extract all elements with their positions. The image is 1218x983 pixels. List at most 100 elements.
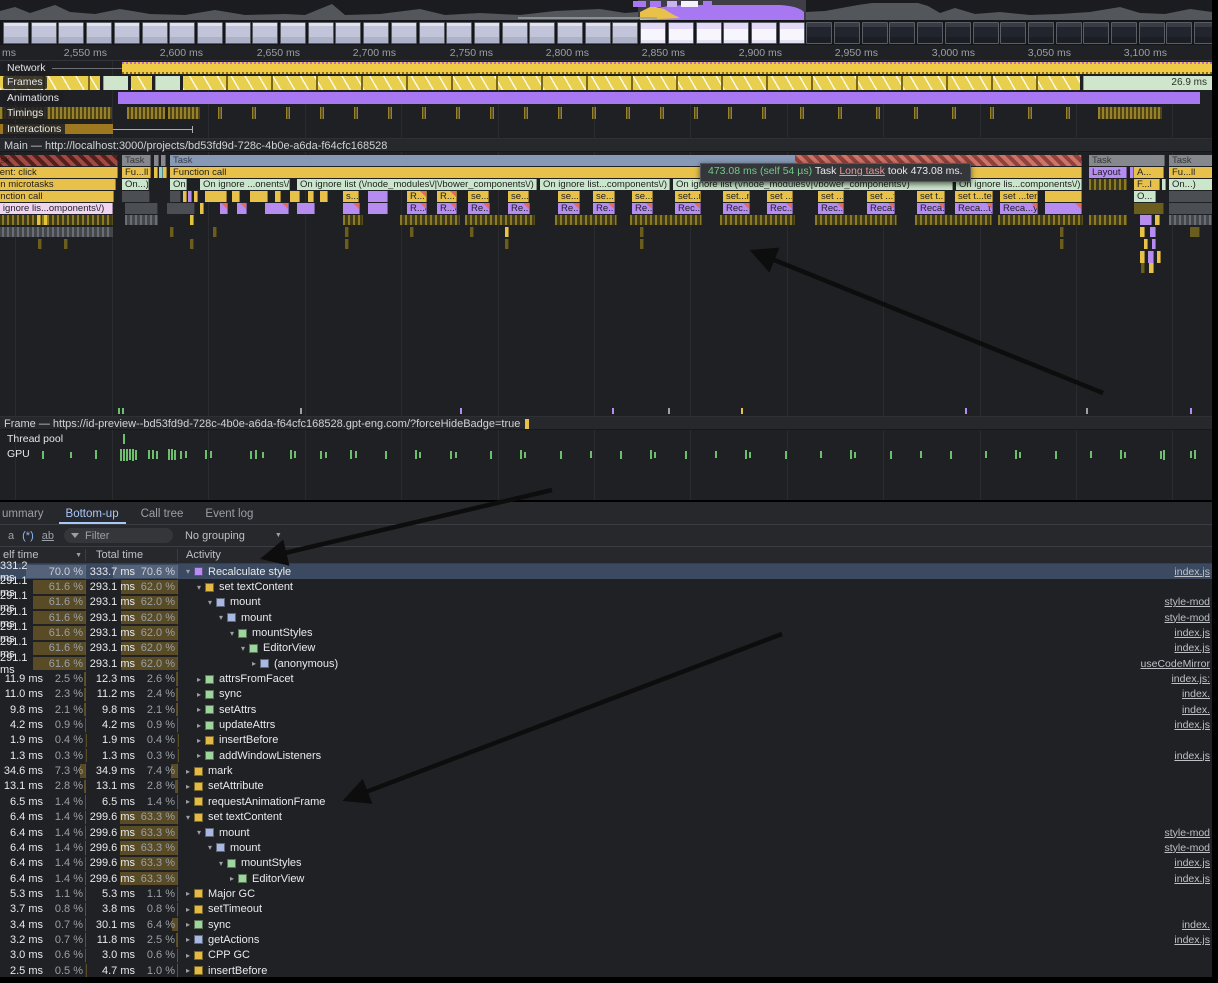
- frame-bar[interactable]: [103, 76, 128, 90]
- flame-bar[interactable]: [343, 203, 360, 214]
- flame-bar[interactable]: R...: [437, 191, 457, 202]
- flame-bar[interactable]: [232, 191, 240, 202]
- filmstrip-thumbnail[interactable]: [142, 22, 168, 44]
- flame-bar[interactable]: [1190, 227, 1200, 237]
- flame-bar[interactable]: Rec...yle: [767, 203, 793, 214]
- flame-bar[interactable]: Reca...yle: [1000, 203, 1038, 214]
- filmstrip-thumbnail[interactable]: [446, 22, 472, 44]
- flame-bar[interactable]: On ignore lis...components\/): [956, 179, 1082, 190]
- network-requests-bar[interactable]: [122, 62, 1212, 74]
- table-row[interactable]: 6.4 ms1.4 %299.6 ms63.3 %▾set textConten…: [0, 810, 1212, 825]
- expand-icon[interactable]: ▸: [182, 935, 194, 944]
- expand-icon[interactable]: ▸: [182, 782, 194, 791]
- filmstrip-thumbnail[interactable]: [335, 22, 361, 44]
- expand-icon[interactable]: ▸: [182, 889, 194, 898]
- table-row[interactable]: 6.4 ms1.4 %299.6 ms63.3 %▾mountstyle-mod: [0, 840, 1212, 855]
- expand-icon[interactable]: ▸: [182, 767, 194, 776]
- flame-bar[interactable]: [167, 203, 195, 214]
- filmstrip-thumbnail[interactable]: [640, 22, 666, 44]
- table-row[interactable]: 6.5 ms1.4 %6.5 ms1.4 %▸requestAnimationF…: [0, 794, 1212, 809]
- flame-bar[interactable]: [640, 239, 644, 249]
- filmstrip-thumbnail[interactable]: [308, 22, 334, 44]
- tab-event-log[interactable]: Event log: [194, 505, 264, 524]
- table-row[interactable]: 3.4 ms0.7 %30.1 ms6.4 %▸syncindex.: [0, 917, 1212, 932]
- flame-bar[interactable]: [1134, 203, 1164, 214]
- flame-bar[interactable]: [720, 215, 795, 225]
- flame-bar[interactable]: [1140, 227, 1145, 237]
- flame-bar[interactable]: set t...tent: [955, 191, 993, 202]
- flame-bar[interactable]: [343, 215, 363, 225]
- flame-bar[interactable]: Task: [1169, 155, 1212, 166]
- filmstrip-thumbnail[interactable]: [391, 22, 417, 44]
- tab-bottom-up[interactable]: Bottom-up: [55, 505, 130, 524]
- flame-bar[interactable]: [0, 227, 113, 237]
- flame-bar[interactable]: [190, 239, 194, 249]
- flame-bar[interactable]: Fu...ll: [122, 167, 151, 178]
- flame-bar[interactable]: unction call: [0, 191, 114, 202]
- filmstrip-thumbnail[interactable]: [1056, 22, 1082, 44]
- flame-bar[interactable]: [250, 191, 268, 202]
- flame-bar[interactable]: s...t: [343, 191, 359, 202]
- flame-bar[interactable]: [38, 239, 42, 249]
- flame-bar[interactable]: R...e: [437, 203, 457, 214]
- flame-bar[interactable]: [194, 191, 198, 202]
- collapse-icon[interactable]: ▾: [204, 598, 216, 607]
- table-row[interactable]: 11.9 ms2.5 %12.3 ms2.6 %▸attrsFromFaceti…: [0, 671, 1212, 686]
- flame-bar[interactable]: [998, 215, 1083, 225]
- filmstrip-thumbnail[interactable]: [779, 22, 805, 44]
- flame-bar[interactable]: [200, 203, 204, 214]
- collapse-icon[interactable]: ▾: [182, 813, 194, 822]
- flame-bar[interactable]: [345, 227, 349, 237]
- filmstrip-thumbnail[interactable]: [3, 22, 29, 44]
- animations-track[interactable]: Animations: [0, 91, 1212, 106]
- flame-bar[interactable]: set ...tent: [867, 191, 895, 202]
- table-row[interactable]: 6.4 ms1.4 %299.6 ms63.3 %▾mountstyle-mod: [0, 825, 1212, 840]
- flame-bar[interactable]: Re...e: [468, 203, 490, 214]
- flame-bar[interactable]: [1169, 191, 1212, 202]
- filmstrip-thumbnail[interactable]: [197, 22, 223, 44]
- flame-bar[interactable]: [237, 203, 247, 214]
- expand-icon[interactable]: ▸: [182, 797, 194, 806]
- flame-bar[interactable]: On ignore list...components\/): [540, 179, 670, 190]
- flame-bar[interactable]: set...nt: [723, 191, 750, 202]
- filmstrip-thumbnail[interactable]: [696, 22, 722, 44]
- flame-bar[interactable]: [640, 227, 644, 237]
- frames-track[interactable]: Frames 26.9 ms: [0, 75, 1212, 91]
- flame-bar[interactable]: [190, 215, 194, 225]
- flame-bar[interactable]: [170, 191, 181, 202]
- filmstrip-thumbnail[interactable]: [280, 22, 306, 44]
- filmstrip-thumbnail[interactable]: [474, 22, 500, 44]
- flame-bar[interactable]: [154, 167, 158, 178]
- flame-bar[interactable]: [275, 191, 281, 202]
- filmstrip-thumbnail[interactable]: [889, 22, 915, 44]
- flame-bar[interactable]: se...nt: [593, 191, 615, 202]
- filmstrip-thumbnail[interactable]: [612, 22, 638, 44]
- filmstrip-thumbnail[interactable]: [1111, 22, 1137, 44]
- expand-icon[interactable]: ▸: [182, 951, 194, 960]
- flame-bar[interactable]: [1169, 203, 1212, 214]
- expand-icon[interactable]: ▸: [182, 920, 194, 929]
- flame-bar[interactable]: set ...ent: [767, 191, 793, 202]
- flame-bar[interactable]: [410, 227, 414, 237]
- flame-bar[interactable]: On...): [170, 179, 187, 190]
- flame-bar[interactable]: [183, 191, 187, 202]
- collapse-icon[interactable]: ▾: [215, 613, 227, 622]
- table-row[interactable]: 331.2 ms70.0 %333.7 ms70.6 %▾Recalculate…: [0, 564, 1212, 579]
- source-link[interactable]: index.js: [1166, 642, 1210, 654]
- flame-bar[interactable]: Re...e: [558, 203, 580, 214]
- flame-bar[interactable]: ask: [0, 155, 118, 166]
- flame-bar[interactable]: R...e: [407, 203, 427, 214]
- timings-track[interactable]: Timings: [0, 106, 1212, 122]
- flame-bar[interactable]: [1130, 167, 1134, 178]
- source-link[interactable]: index.js:: [1163, 673, 1210, 685]
- table-row[interactable]: 6.4 ms1.4 %299.6 ms63.3 %▸EditorViewinde…: [0, 871, 1212, 886]
- frame-bar[interactable]: [131, 76, 152, 90]
- animation-bar[interactable]: [118, 92, 1200, 104]
- flame-bar[interactable]: [44, 215, 48, 225]
- flame-bar[interactable]: On ignore ...onents\/): [200, 179, 290, 190]
- filmstrip-thumbnail[interactable]: [557, 22, 583, 44]
- filmstrip-thumbnail[interactable]: [1139, 22, 1165, 44]
- flame-bar[interactable]: [815, 215, 897, 225]
- flame-bar[interactable]: [170, 227, 174, 237]
- filmstrip-thumbnail[interactable]: [945, 22, 971, 44]
